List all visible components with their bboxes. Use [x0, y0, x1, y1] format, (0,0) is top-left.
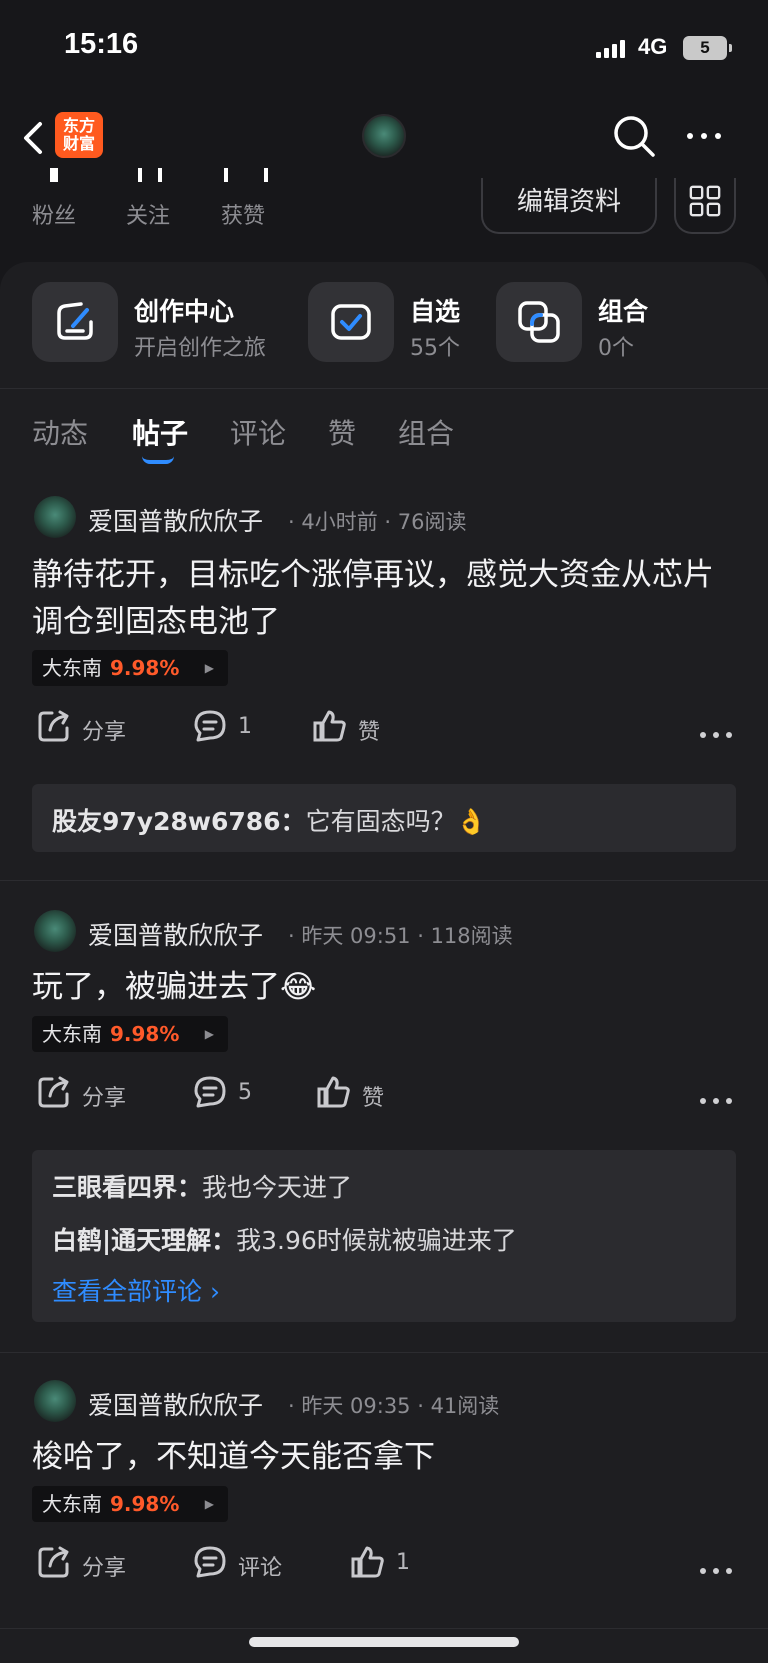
- post-author[interactable]: 爱国普散欣欣子: [88, 916, 263, 952]
- triangle-right-icon: ▶: [204, 661, 214, 675]
- comment-icon: [194, 1076, 226, 1108]
- status-bar: 15:16 4G 5: [0, 0, 768, 100]
- stock-change: 9.98%: [110, 656, 180, 680]
- divider: [0, 388, 768, 389]
- edit-profile-button[interactable]: 编辑资料: [481, 178, 657, 234]
- post-text[interactable]: 梭哈了，不知道今天能否拿下: [32, 1434, 742, 1481]
- stock-tag[interactable]: 大东南 9.98% ▶: [32, 1016, 228, 1052]
- avatar[interactable]: [34, 1380, 76, 1422]
- check-box-icon: [331, 304, 371, 340]
- feature-subtitle: 开启创作之旅: [134, 336, 267, 361]
- feature-subtitle: 55个: [410, 336, 460, 361]
- status-time: 15:16: [64, 28, 139, 60]
- thumbs-up-icon: [351, 1546, 384, 1578]
- share-icon: [38, 710, 69, 742]
- chevron-left-icon[interactable]: [18, 118, 48, 158]
- active-tab-indicator: [142, 456, 174, 464]
- feature-title: 创作中心: [134, 297, 235, 326]
- home-indicator[interactable]: [249, 1637, 519, 1647]
- app-logo[interactable]: 东方 财富: [55, 112, 103, 158]
- tab-comments[interactable]: 评论: [230, 412, 286, 452]
- comment-line: 三眼看四界：我也今天进了: [52, 1173, 353, 1202]
- qr-code-button[interactable]: [674, 178, 736, 234]
- stat-fans[interactable]: 粉丝: [32, 198, 76, 230]
- tab-activity[interactable]: 动态: [32, 412, 88, 452]
- edit-pen-icon: [57, 302, 93, 340]
- feature-icon-bg: [308, 282, 394, 362]
- search-icon[interactable]: [612, 114, 656, 158]
- profile-content-card: 创作中心 开启创作之旅 自选 55个 组合 0个 动态 帖子 评论 赞 组合 爱…: [0, 262, 768, 1663]
- view-all-comments-link[interactable]: 查看全部评论 ›: [52, 1272, 220, 1308]
- feature-title: 组合: [598, 297, 649, 326]
- divider: [0, 1628, 768, 1629]
- thumbs-up-icon: [313, 710, 346, 742]
- fans-count: [50, 168, 58, 182]
- following-count: [138, 168, 162, 182]
- stock-tag[interactable]: 大东南 9.98% ▶: [32, 1486, 228, 1522]
- more-horizontal-icon[interactable]: [700, 1098, 736, 1108]
- stock-change: 9.98%: [110, 1022, 180, 1046]
- more-horizontal-icon[interactable]: [700, 1568, 736, 1578]
- divider: [0, 880, 768, 881]
- post-text[interactable]: 玩了，被骗进去了😂: [32, 964, 742, 1011]
- feature-title: 自选: [410, 297, 461, 326]
- avatar[interactable]: [362, 114, 406, 158]
- post-author[interactable]: 爱国普散欣欣子: [88, 1386, 263, 1422]
- stock-name: 大东南: [42, 1492, 102, 1516]
- comment-line: 股友97y28w6786：它有固态吗？👌: [52, 807, 487, 836]
- thumbs-up-icon: [317, 1076, 350, 1108]
- feature-icon-bg: [496, 282, 582, 362]
- triangle-right-icon: ▶: [204, 1497, 214, 1511]
- tab-posts[interactable]: 帖子: [132, 412, 188, 452]
- qr-code-icon: [689, 185, 721, 217]
- comment-icon: [194, 1546, 226, 1578]
- triangle-right-icon: ▶: [204, 1027, 214, 1041]
- avatar[interactable]: [34, 496, 76, 538]
- likes-count: [224, 168, 268, 182]
- avatar[interactable]: [34, 910, 76, 952]
- post-meta: · 昨天 09:35 · 41阅读: [288, 1394, 500, 1418]
- cellular-signal-icon: [596, 40, 628, 58]
- more-horizontal-icon[interactable]: [700, 732, 736, 742]
- comment-icon: [194, 710, 226, 742]
- post-meta: · 昨天 09:51 · 118阅读: [288, 924, 513, 948]
- post-meta: · 4小时前 · 76阅读: [288, 510, 467, 534]
- network-type: 4G: [638, 34, 668, 59]
- feature-subtitle: 0个: [598, 336, 634, 361]
- battery-icon: 5: [683, 36, 732, 60]
- stat-likes[interactable]: 获赞: [221, 198, 265, 230]
- portfolio-icon: [518, 301, 560, 343]
- share-icon: [38, 1076, 69, 1108]
- divider: [0, 1352, 768, 1353]
- profile-stats: 粉丝 关注 获赞 编辑资料: [0, 168, 768, 258]
- stock-tag[interactable]: 大东南 9.98% ▶: [32, 650, 228, 686]
- share-icon: [38, 1546, 69, 1578]
- comment-preview[interactable]: 股友97y28w6786：它有固态吗？👌: [32, 784, 736, 852]
- post-author[interactable]: 爱国普散欣欣子: [88, 502, 263, 538]
- stock-change: 9.98%: [110, 1492, 180, 1516]
- tab-likes[interactable]: 赞: [328, 412, 356, 452]
- post-text[interactable]: 静待花开，目标吃个涨停再议，感觉大资金从芯片调仓到固态电池了: [32, 552, 742, 646]
- stock-name: 大东南: [42, 656, 102, 680]
- stat-following[interactable]: 关注: [126, 198, 170, 230]
- more-horizontal-icon[interactable]: [684, 124, 724, 148]
- comment-line: 白鹤|通天理解：我3.96时候就被骗进来了: [52, 1226, 517, 1255]
- tab-portfolio[interactable]: 组合: [398, 412, 454, 452]
- stock-name: 大东南: [42, 1022, 102, 1046]
- comment-preview[interactable]: 三眼看四界：我也今天进了 白鹤|通天理解：我3.96时候就被骗进来了 查看全部评…: [32, 1150, 736, 1322]
- feature-icon-bg: [32, 282, 118, 362]
